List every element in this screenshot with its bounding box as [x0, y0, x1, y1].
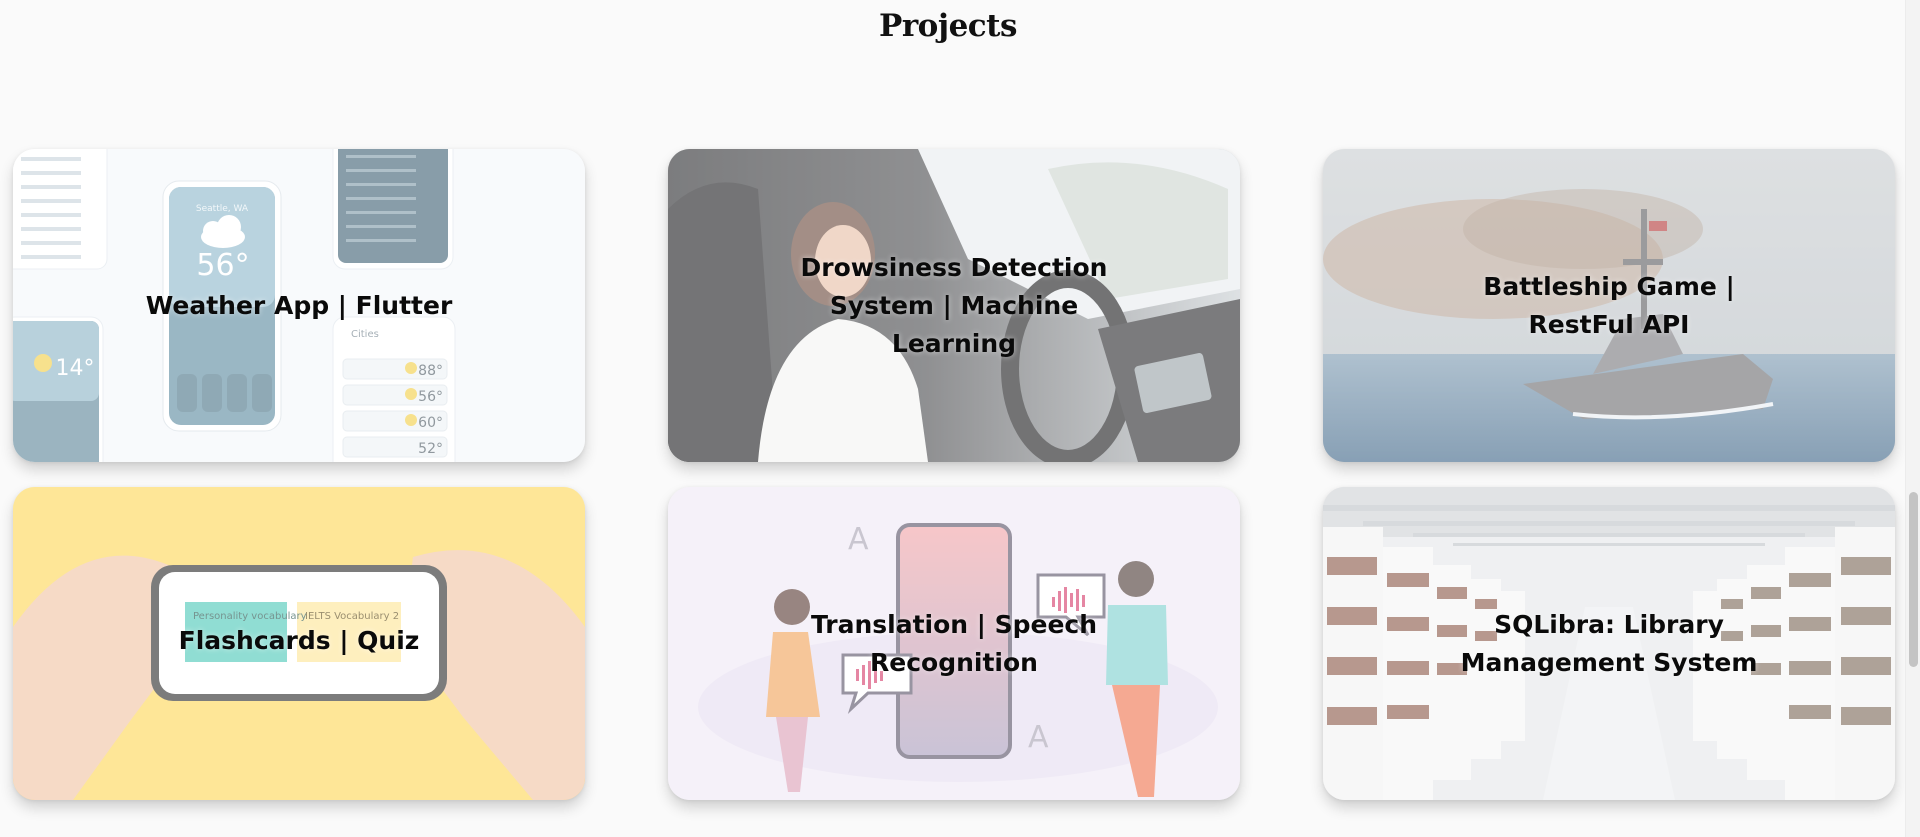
project-card-drowsiness-detection[interactable]: Drowsiness Detection System | Machine Le… — [668, 149, 1240, 462]
project-title: Flashcards | Quiz — [178, 626, 420, 655]
vertical-scrollbar[interactable] — [1905, 0, 1920, 837]
scrollbar-thumb[interactable] — [1909, 492, 1918, 667]
project-title: Battleship Game | RestFul API — [1483, 271, 1735, 339]
project-card-weather-app[interactable]: Seattle, WA 56° 14° Cities 88° 56° 60° 5… — [13, 149, 585, 462]
project-title: Drowsiness Detection System | Machine Le… — [800, 252, 1108, 358]
section-title: Projects — [879, 8, 1017, 44]
project-title: Weather App | Flutter — [145, 290, 453, 320]
project-card-translation-speech[interactable]: A A Translation | Speech Recognition — [668, 487, 1240, 800]
project-card-flashcards-quiz[interactable]: Personality vocabulary IELTS Vocabulary … — [13, 487, 585, 800]
project-card-sqlibra[interactable]: SQLibra: Library Management System — [1323, 487, 1895, 800]
project-card-battleship-game[interactable]: Battleship Game | RestFul API — [1323, 149, 1895, 462]
project-title: SQLibra: Library Management System — [1460, 609, 1758, 677]
project-title: Translation | Speech Recognition — [810, 609, 1098, 677]
